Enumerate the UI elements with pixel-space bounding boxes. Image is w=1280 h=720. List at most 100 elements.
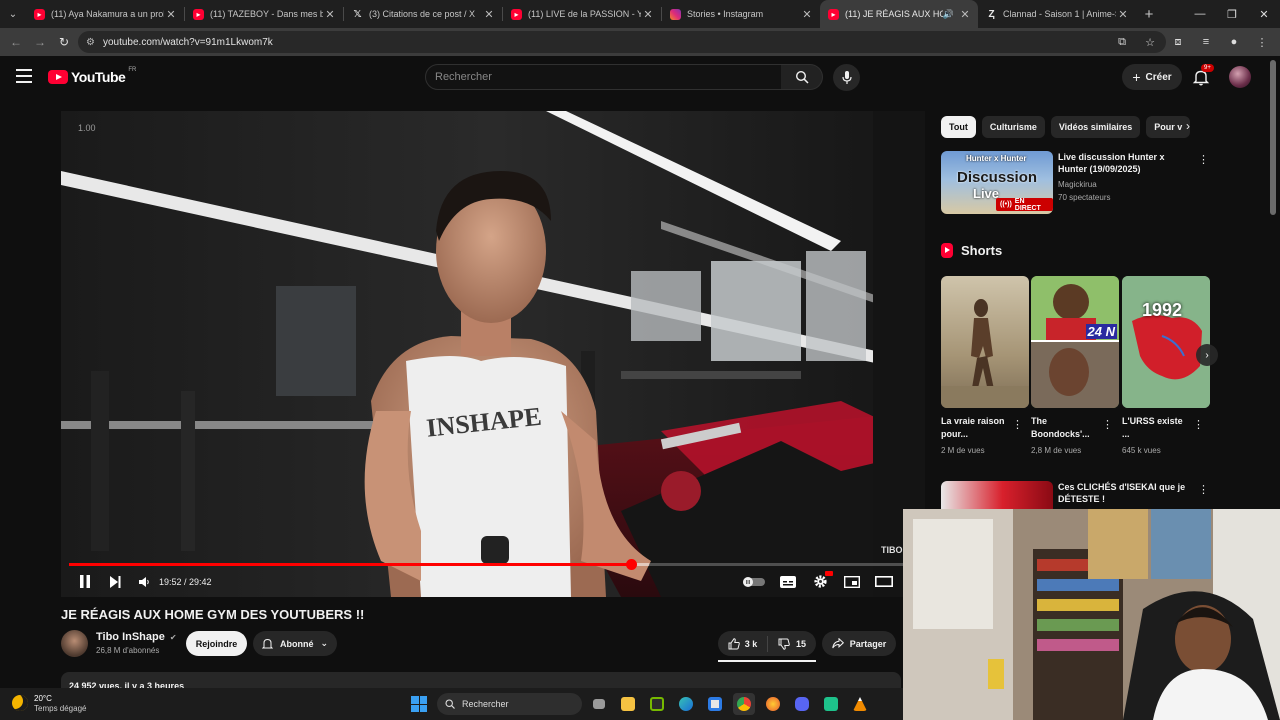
more-options-icon[interactable]: ⋮ xyxy=(1102,418,1113,431)
browser-menu-icon[interactable]: ⋮ xyxy=(1250,31,1274,53)
firefox-icon[interactable] xyxy=(762,693,784,715)
autoplay-toggle[interactable] xyxy=(741,570,767,594)
autoplay-toggle-icon xyxy=(743,576,765,587)
close-icon[interactable]: ✕ xyxy=(1116,8,1130,21)
theater-mode-button[interactable] xyxy=(873,570,895,594)
join-button[interactable]: Rejoindre xyxy=(186,631,247,656)
shorts-next-button[interactable]: › xyxy=(1196,344,1218,366)
short-title[interactable]: L'URSS existe ... xyxy=(1122,415,1192,441)
video-player[interactable]: INSHAPE TIBO 1.00 19:52 / 29:42 xyxy=(61,111,925,597)
miniplayer-button[interactable] xyxy=(841,570,863,594)
reload-icon[interactable]: ↻ xyxy=(52,30,76,54)
profile-icon[interactable]: ● xyxy=(1222,31,1246,53)
windows-start-icon[interactable] xyxy=(411,696,427,712)
short-thumbnail[interactable] xyxy=(941,276,1029,408)
recommendation-channel[interactable]: Magickirua xyxy=(1058,180,1097,189)
bookmark-star-icon[interactable]: ☆ xyxy=(1138,31,1162,53)
chrome-icon[interactable] xyxy=(733,693,755,715)
subtitles-button[interactable] xyxy=(777,570,799,594)
close-window-icon[interactable]: ✕ xyxy=(1248,0,1280,28)
install-app-icon[interactable]: ⧉ xyxy=(1110,31,1134,53)
chip-all[interactable]: Tout xyxy=(941,116,976,138)
new-tab-button[interactable]: + xyxy=(1136,6,1162,23)
reading-list-icon[interactable]: ≡ xyxy=(1194,31,1218,53)
chip-for-you[interactable]: Pour v xyxy=(1146,116,1191,138)
nvidia-icon[interactable] xyxy=(646,693,668,715)
channel-avatar[interactable] xyxy=(61,630,88,657)
site-info-icon[interactable]: ⚙ xyxy=(86,37,95,48)
short-thumbnail[interactable]: 24 N xyxy=(1031,276,1119,408)
weather-widget[interactable]: 20°C Temps dégagé xyxy=(12,693,86,713)
subtitles-icon xyxy=(780,575,796,588)
close-icon[interactable]: ✕ xyxy=(800,8,814,21)
recommendation-item[interactable]: Hunter x Hunter Discussion Live ((•)) EN… xyxy=(941,151,1209,215)
close-icon[interactable]: ✕ xyxy=(958,8,972,21)
browser-tab[interactable]: ▸ (11) Aya Nakamura a un problè ✕ xyxy=(26,0,184,28)
create-button[interactable]: + Créer xyxy=(1122,64,1182,90)
close-icon[interactable]: ✕ xyxy=(323,8,337,21)
more-options-icon[interactable]: ⋮ xyxy=(1012,418,1023,431)
store-icon[interactable] xyxy=(704,693,726,715)
channel-name[interactable]: Tibo InShape ✔ xyxy=(96,631,177,643)
close-icon[interactable]: ✕ xyxy=(482,8,496,21)
browser-tab[interactable]: Stories • Instagram ✕ xyxy=(662,0,820,28)
search-icon xyxy=(795,70,809,84)
next-button[interactable] xyxy=(107,570,123,594)
voice-search-button[interactable] xyxy=(833,64,860,91)
short-item[interactable]: 1992 L'URSS existe ... 645 k vues ⋮ xyxy=(1122,276,1210,455)
short-title[interactable]: The Boondocks'... xyxy=(1031,415,1101,441)
more-options-icon[interactable]: ⋮ xyxy=(1198,153,1209,166)
short-thumbnail-image xyxy=(1122,276,1210,408)
short-title[interactable]: La vraie raison pour... xyxy=(941,415,1011,441)
recommendation-meta: 70 spectateurs xyxy=(1058,193,1111,202)
minimize-icon[interactable]: — xyxy=(1184,0,1216,28)
account-avatar[interactable] xyxy=(1229,66,1251,88)
search-input[interactable]: Rechercher xyxy=(425,64,782,90)
task-view-icon[interactable] xyxy=(588,693,610,715)
volume-button[interactable] xyxy=(137,570,153,594)
forward-icon[interactable]: → xyxy=(28,30,52,54)
more-options-icon[interactable]: ⋮ xyxy=(1193,418,1204,431)
chip-similar-videos[interactable]: Vidéos similaires xyxy=(1050,116,1141,138)
discord-icon[interactable] xyxy=(791,693,813,715)
settings-button[interactable] xyxy=(809,570,833,594)
maximize-icon[interactable]: ❐ xyxy=(1216,0,1248,28)
chip-bodybuilding[interactable]: Culturisme xyxy=(981,116,1045,138)
back-icon[interactable]: ← xyxy=(4,30,28,54)
close-icon[interactable]: ✕ xyxy=(641,8,655,21)
taskbar-search[interactable]: Rechercher xyxy=(437,693,582,715)
channel-name-text: Tibo InShape xyxy=(96,631,165,643)
page-scrollbar[interactable] xyxy=(1270,60,1276,215)
close-icon[interactable]: ✕ xyxy=(164,8,178,21)
app-icon[interactable] xyxy=(820,693,842,715)
more-options-icon[interactable]: ⋮ xyxy=(1198,483,1209,496)
youtube-logo[interactable]: YouTube FR xyxy=(48,67,136,85)
edge-icon[interactable] xyxy=(675,693,697,715)
short-item[interactable]: 24 N The Boondocks'... 2,8 M de vues ⋮ xyxy=(1031,276,1119,455)
browser-tab[interactable]: Ⱬ Clannad - Saison 1 | Anime-Sam ✕ xyxy=(978,0,1136,28)
extensions-icon[interactable]: ⧈ xyxy=(1166,31,1190,53)
share-button[interactable]: Partager xyxy=(822,631,896,656)
address-bar[interactable]: ⚙ youtube.com/watch?v=91m1Lkwom7k xyxy=(78,31,1166,53)
share-icon xyxy=(832,638,844,649)
file-explorer-icon[interactable] xyxy=(617,693,639,715)
menu-icon[interactable] xyxy=(16,69,32,83)
browser-tab-active[interactable]: ▸ (11) JE RÉAGIS AUX HOME 🔊 ✕ xyxy=(820,0,978,28)
subscribed-button[interactable]: Abonné ⌄ xyxy=(253,631,337,656)
recommendation-title[interactable]: Live discussion Hunter x Hunter (19/09/2… xyxy=(1058,151,1193,175)
short-thumbnail[interactable]: 1992 xyxy=(1122,276,1210,408)
dislike-button[interactable]: 15 xyxy=(768,638,816,650)
vlc-icon[interactable] xyxy=(849,693,871,715)
short-item[interactable]: La vraie raison pour... 2 M de vues ⋮ xyxy=(941,276,1029,455)
pause-button[interactable] xyxy=(77,570,93,594)
recommendation-thumbnail[interactable]: Hunter x Hunter Discussion Live ((•)) EN… xyxy=(941,151,1053,214)
recommendation-title[interactable]: Ces CLICHÉS d'ISEKAI que je DÉTESTE ! xyxy=(1058,481,1193,505)
chevron-right-icon[interactable]: › xyxy=(1186,119,1190,133)
browser-tab[interactable]: 𝕏 (3) Citations de ce post / X ✕ xyxy=(344,0,502,28)
browser-tab[interactable]: ▸ (11) LIVE de la PASSION - YouT ✕ xyxy=(503,0,661,28)
tab-search-icon[interactable]: ⌄ xyxy=(0,0,26,28)
speaker-icon[interactable]: 🔊 xyxy=(943,9,954,20)
like-button[interactable]: 3 k xyxy=(718,635,768,652)
search-button[interactable] xyxy=(781,64,823,90)
browser-tab[interactable]: ▸ (11) TAZEBOY - Dans mes bails ✕ xyxy=(185,0,343,28)
